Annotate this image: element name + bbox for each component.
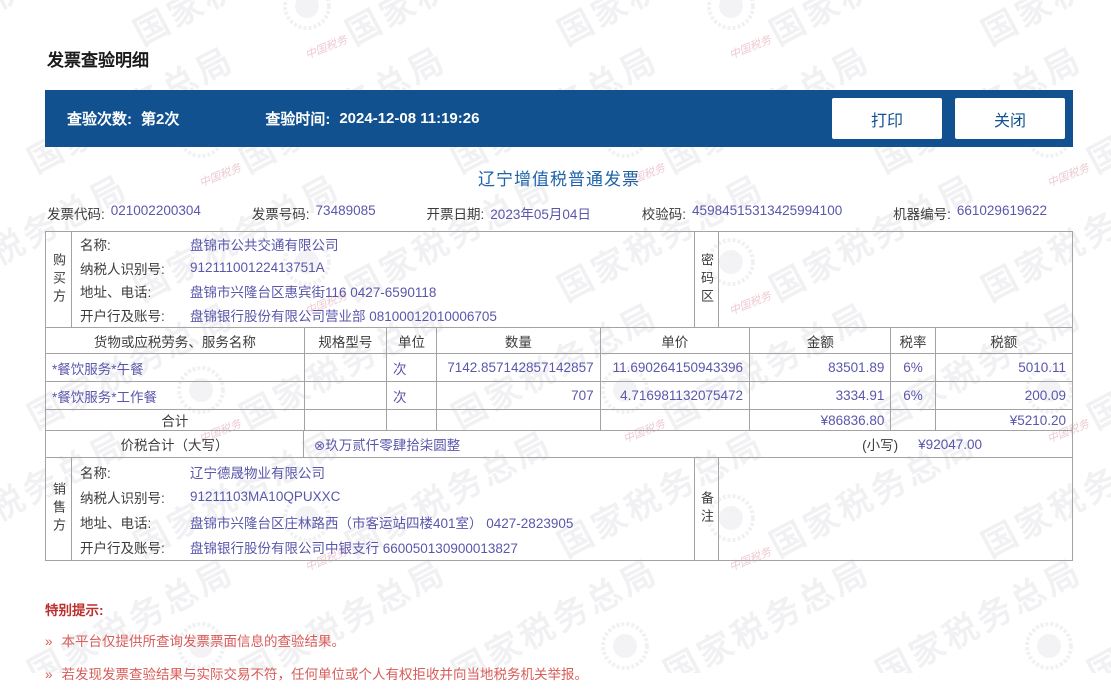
invoice-title: 辽宁增值税普通发票 bbox=[478, 170, 640, 189]
buyer-bank-row: 开户行及账号: 盘锦银行股份有限公司营业部 08100012010006705 bbox=[80, 309, 497, 325]
invoice-code-label: 发票代码: bbox=[47, 207, 105, 222]
col-header-name: 货物或应税劳务、服务名称 bbox=[45, 327, 305, 354]
item-row: *餐饮服务*工作餐 次 707 4.716981132075472 3334.9… bbox=[45, 381, 1074, 410]
col-header-unit: 单位 bbox=[385, 327, 438, 354]
col-header-spec: 规格型号 bbox=[303, 327, 387, 354]
grand-total-figures-value: ¥92047.00 bbox=[918, 436, 982, 452]
invoice-date-label: 开票日期: bbox=[426, 207, 485, 222]
watermark-text: 国家税务总局 bbox=[1082, 552, 1111, 673]
seller-taxid-row: 纳税人识别号: 91211103MA10QPUXXC bbox=[80, 489, 341, 506]
col-header-price: 单价 bbox=[599, 327, 751, 354]
items-header-row: 货物或应税劳务、服务名称 规格型号 单位 数量 单价 金额 税率 税额 bbox=[45, 327, 1074, 354]
check-count-value: 第2次 bbox=[141, 111, 180, 128]
toolbar-buttons: 打印 关闭 bbox=[832, 98, 1065, 139]
watermark-text: 国家税务总局 bbox=[1082, 296, 1111, 437]
item-row: *餐饮服务*午餐 次 7142.857142857142857 11.69026… bbox=[45, 353, 1074, 382]
check-count-label: 查验次数: bbox=[67, 111, 132, 128]
items-total-row: 合计 ¥86836.80 ¥5210.20 bbox=[45, 409, 1074, 431]
check-time-label: 查验时间: bbox=[265, 111, 331, 128]
buyer-address-row: 地址、电话: 盘锦市兴隆台区惠宾街116 0427-6590118 bbox=[80, 285, 437, 301]
check-time-value: 2024-12-08 11:19:26 bbox=[339, 110, 480, 127]
notice-title: 特别提示: bbox=[45, 603, 104, 618]
col-header-amount: 金额 bbox=[749, 327, 892, 354]
total-label: 合计 bbox=[45, 409, 305, 431]
col-header-rate: 税率 bbox=[890, 327, 936, 354]
buyer-side-label: 购买方 bbox=[46, 232, 72, 327]
buyer-name-row: 名称: 盘锦市公共交通有限公司 bbox=[80, 237, 339, 253]
watermark-text: 国家税务总局 bbox=[1082, 40, 1111, 181]
invoice-date: 开票日期: 2023年05月04日 bbox=[427, 203, 591, 223]
col-header-qty: 数量 bbox=[436, 327, 601, 354]
buyer-taxid-row: 纳税人识别号: 91211100122413751A bbox=[80, 260, 325, 277]
total-amount: ¥86836.80 bbox=[749, 409, 892, 431]
invoice-number-label: 发票号码: bbox=[251, 207, 310, 222]
grand-total-words: ⊗玖万贰仟零肆拾柒圆整 bbox=[314, 438, 461, 453]
buyer-fields: 名称: 盘锦市公共交通有限公司 纳税人识别号: 9121110012241375… bbox=[72, 232, 694, 327]
seller-address-row: 地址、电话: 盘锦市兴隆台区庄林路西（市客运站四楼401室） 0427-2823… bbox=[80, 515, 574, 531]
seller-name-row: 名称: 辽宁德晟物业有限公司 bbox=[80, 465, 325, 481]
buyer-section: 购买方 名称: 盘锦市公共交通有限公司 纳税人识别号: 912111001224… bbox=[45, 231, 1073, 328]
invoice-code: 发票代码: 021002200304 bbox=[47, 203, 201, 223]
total-tax: ¥5210.20 bbox=[934, 409, 1074, 431]
grand-total-row: 价税合计（大写） ⊗玖万贰仟零肆拾柒圆整 (小写) ¥92047.00 bbox=[45, 430, 1073, 458]
grand-total-figures-label: (小写) bbox=[862, 438, 899, 453]
invoice-checksum: 校验码: 45984515313425994100 bbox=[642, 203, 842, 223]
invoice-code-value: 021002200304 bbox=[110, 203, 201, 218]
invoice-meta-row: 发票代码: 021002200304 发票号码: 73489085 开票日期: … bbox=[47, 203, 1047, 223]
invoice-date-value: 2023年05月04日 bbox=[490, 207, 591, 222]
check-count: 查验次数: 第2次 bbox=[67, 108, 179, 129]
remark-label: 备注 bbox=[694, 458, 719, 560]
password-area-label: 密码区 bbox=[694, 232, 719, 327]
page-title: 发票查验明细 bbox=[47, 51, 149, 70]
invoice-number-value: 73489085 bbox=[315, 203, 376, 218]
remark-area bbox=[719, 458, 1072, 560]
notice-item: » 本平台仅提供所查询发票票面信息的查验结果。 bbox=[45, 634, 346, 649]
machine-number-value: 661029619622 bbox=[956, 203, 1047, 218]
special-notices: 特别提示: » 本平台仅提供所查询发票票面信息的查验结果。 » 若发现发票查验结… bbox=[45, 599, 1073, 683]
close-button[interactable]: 关闭 bbox=[955, 98, 1065, 139]
grand-total-figures: (小写) ¥92047.00 bbox=[862, 434, 1072, 454]
grand-total-label: 价税合计（大写） bbox=[46, 431, 304, 457]
seller-side-label: 销售方 bbox=[46, 458, 72, 560]
notice-marker: » bbox=[45, 667, 53, 682]
password-area bbox=[719, 232, 1072, 327]
seller-bank-row: 开户行及账号: 盘锦银行股份有限公司中银支行 66005013090001382… bbox=[80, 540, 518, 556]
col-header-tax: 税额 bbox=[934, 327, 1074, 354]
notice-item: » 若发现发票查验结果与实际交易不符，任何单位或个人有权拒收并向当地税务机关举报… bbox=[45, 667, 589, 682]
machine-number-label: 机器编号: bbox=[893, 207, 951, 222]
check-time: 查验时间: 2024-12-08 11:19:26 bbox=[265, 108, 479, 129]
seller-fields: 名称: 辽宁德晟物业有限公司 纳税人识别号: 91211103MA10QPUXX… bbox=[72, 458, 694, 560]
invoice-checksum-label: 校验码: bbox=[641, 207, 687, 222]
verification-toolbar: 查验次数: 第2次 查验时间: 2024-12-08 11:19:26 打印 关… bbox=[45, 90, 1073, 147]
print-button[interactable]: 打印 bbox=[832, 98, 942, 139]
invoice-verification-page: 发票查验明细 查验次数: 第2次 查验时间: 2024-12-08 11:19:… bbox=[45, 0, 1074, 696]
seller-section: 销售方 名称: 辽宁德晟物业有限公司 纳税人识别号: 91211103MA10Q… bbox=[45, 457, 1073, 561]
machine-number: 机器编号: 661029619622 bbox=[893, 203, 1047, 223]
invoice-checksum-value: 45984515313425994100 bbox=[692, 203, 843, 218]
notice-marker: » bbox=[45, 634, 53, 649]
items-table: 货物或应税劳务、服务名称 规格型号 单位 数量 单价 金额 税率 税额 *餐饮服… bbox=[45, 327, 1074, 431]
invoice-number: 发票号码: 73489085 bbox=[252, 203, 376, 223]
